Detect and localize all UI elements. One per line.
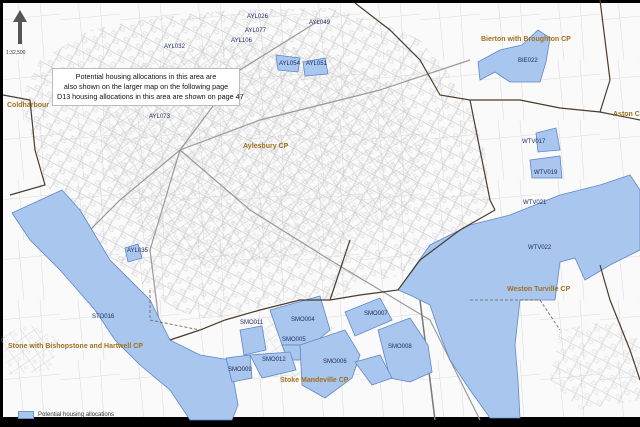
site-label-sto016: STO016 [92,314,115,320]
site-label-ayl073: AYL073 [149,114,170,120]
site-label-ayl032: AYL032 [164,44,185,50]
site-label-smo009: SMO009 [228,367,252,373]
site-label-smo008: SMO008 [388,344,412,350]
notice-line-3: D13 housing allocations in this area are… [57,92,244,101]
map-legend: Potential housing allocations [18,411,114,419]
site-label-wtv017: WTV017 [522,139,546,145]
site-label-ayl077: AYL077 [245,28,266,34]
site-label-smo011: SMO011 [240,320,264,326]
parish-label-stone: Stone with Bishopstone and Hartwell CP [8,343,143,350]
site-label-smo004: SMO004 [291,317,315,323]
parish-label-stoke-mandeville: Stoke Mandeville CP [280,377,349,384]
site-label-ayl054: AYL054 [279,61,300,67]
site-label-bie022: BIE022 [518,58,538,64]
info-notice: Potential housing allocations in this ar… [52,68,244,106]
map-viewer: 1:32,500 Potential housing allocations i… [0,0,640,427]
site-label-wtv022: WTV022 [528,245,552,251]
site-label-smo007: SMO007 [364,311,388,317]
notice-line-2: also shown on the larger map on the foll… [63,82,229,91]
parish-label-aston: Aston C [613,111,640,118]
site-label-ayl035: AYL035 [127,248,148,254]
site-label-wtv021: WTV021 [523,200,547,206]
site-label-ayl051: AYL051 [306,61,327,67]
site-label-ayl106: AYL106 [231,38,252,44]
parish-label-coldharbour: Coldharbour [7,102,49,109]
legend-label: Potential housing allocations [38,412,115,418]
site-label-ayl026: AYL026 [247,14,268,20]
site-label-wtv019: WTV019 [534,170,558,176]
site-label-ayl049: AYL049 [309,20,330,26]
allocation-smo011 [239,325,267,356]
parish-label-weston-turville: Weston Turville CP [507,286,571,293]
north-arrow-icon [13,10,27,44]
site-label-smo006: SMO006 [323,359,347,365]
legend-swatch [18,411,34,419]
site-label-smo005: SMO005 [282,337,306,343]
parish-label-aylesbury: Aylesbury CP [243,143,289,150]
site-label-smo012: SMO012 [262,357,286,363]
scale-text: 1:32,500 [6,50,26,56]
notice-line-1: Potential housing allocations in this ar… [75,72,217,81]
parish-label-bierton: Bierton with Broughton CP [481,36,571,43]
